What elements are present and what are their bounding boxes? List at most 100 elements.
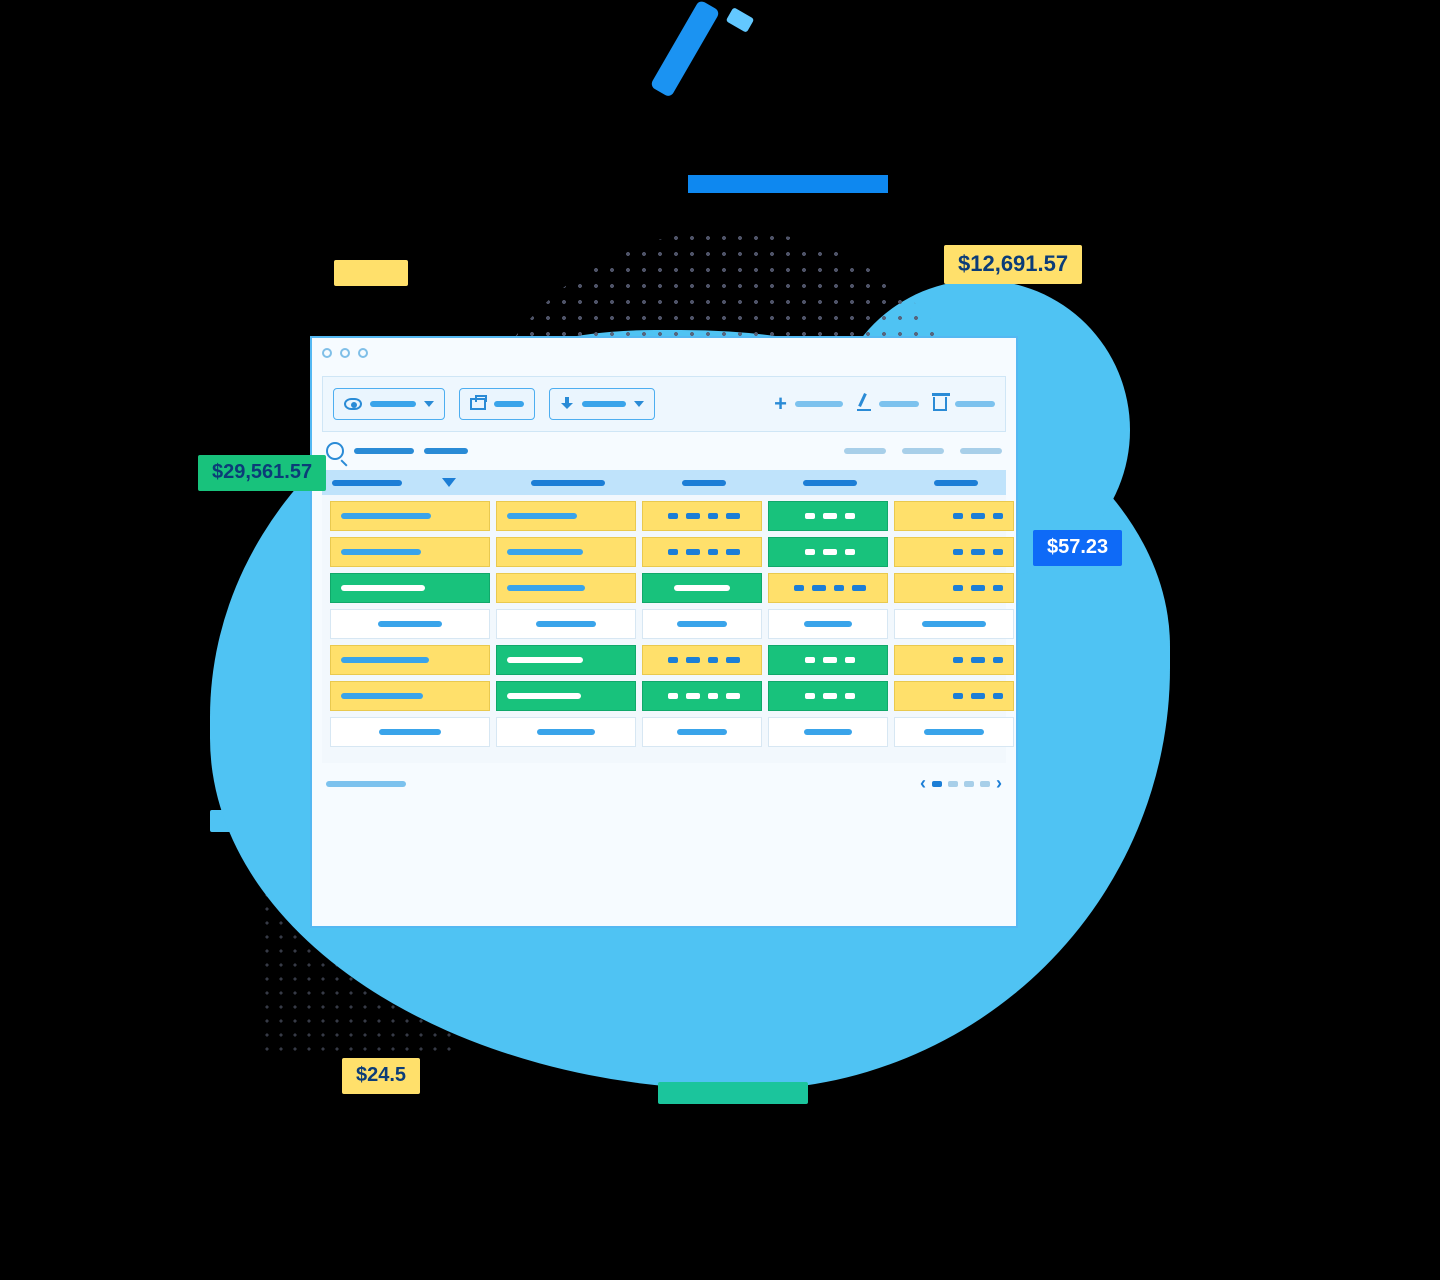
table-cell bbox=[496, 501, 636, 531]
pager-prev-icon[interactable]: ‹ bbox=[920, 773, 926, 794]
search-icon[interactable] bbox=[326, 442, 344, 460]
column-header[interactable] bbox=[332, 478, 492, 487]
table-cell bbox=[894, 537, 1014, 567]
table-cell bbox=[768, 537, 888, 567]
delete-label-placeholder bbox=[955, 401, 995, 407]
delete-action[interactable] bbox=[933, 397, 995, 411]
table-cell bbox=[496, 645, 636, 675]
chevron-down-icon bbox=[424, 401, 434, 407]
table-cell bbox=[330, 537, 490, 567]
edit-label-placeholder bbox=[879, 401, 919, 407]
table-cell bbox=[330, 501, 490, 531]
table-row[interactable] bbox=[330, 501, 998, 531]
floating-value-right: $57.23 bbox=[1033, 530, 1122, 566]
column-header[interactable] bbox=[498, 478, 638, 487]
window-titlebar bbox=[312, 338, 1016, 368]
footer-summary-placeholder bbox=[326, 781, 406, 787]
floating-value-left: $29,561.57 bbox=[198, 455, 326, 491]
pencil-underline bbox=[688, 175, 888, 193]
plus-icon: + bbox=[774, 393, 787, 415]
floating-value-bottom: $24.5 bbox=[342, 1058, 420, 1094]
table-cell bbox=[894, 717, 1014, 747]
grid-footer: ‹ › bbox=[312, 763, 1016, 808]
table-cell bbox=[768, 681, 888, 711]
filter-pill[interactable] bbox=[960, 448, 1002, 454]
export-dropdown[interactable] bbox=[549, 388, 655, 420]
table-cell bbox=[768, 573, 888, 603]
column-header[interactable] bbox=[896, 478, 1016, 487]
table-cell bbox=[642, 537, 762, 567]
table-cell bbox=[768, 717, 888, 747]
column-header[interactable] bbox=[770, 478, 890, 487]
search-text-placeholder-2[interactable] bbox=[424, 448, 468, 454]
add-action[interactable]: + bbox=[774, 393, 843, 415]
table-cell bbox=[894, 573, 1014, 603]
add-label-placeholder bbox=[795, 401, 843, 407]
print-label-placeholder bbox=[494, 401, 524, 407]
floating-chip-blank-teal bbox=[658, 1082, 808, 1104]
edit-action[interactable] bbox=[857, 397, 919, 411]
grid-header bbox=[322, 470, 1006, 495]
data-grid bbox=[322, 470, 1006, 763]
table-cell bbox=[330, 681, 490, 711]
view-dropdown[interactable] bbox=[333, 388, 445, 420]
print-button[interactable] bbox=[459, 388, 535, 420]
table-cell bbox=[330, 717, 490, 747]
grid-body bbox=[322, 495, 1006, 763]
window-control-max[interactable] bbox=[358, 348, 368, 358]
table-cell bbox=[768, 501, 888, 531]
sort-caret-icon bbox=[442, 478, 456, 487]
pencil-icon bbox=[857, 397, 871, 411]
toolbar: + bbox=[322, 376, 1006, 432]
table-row[interactable] bbox=[330, 609, 998, 639]
table-row[interactable] bbox=[330, 681, 998, 711]
table-cell bbox=[496, 717, 636, 747]
pager-next-icon[interactable]: › bbox=[996, 773, 1002, 794]
download-icon bbox=[560, 397, 574, 411]
pager-page[interactable] bbox=[964, 781, 974, 787]
window-control-close[interactable] bbox=[322, 348, 332, 358]
table-row[interactable] bbox=[330, 537, 998, 567]
filter-pills bbox=[844, 448, 1002, 454]
table-cell bbox=[894, 609, 1014, 639]
print-icon bbox=[470, 398, 486, 410]
search-row bbox=[312, 432, 1016, 470]
app-window: + bbox=[310, 336, 1018, 928]
table-cell bbox=[330, 609, 490, 639]
table-cell bbox=[894, 645, 1014, 675]
table-cell bbox=[894, 681, 1014, 711]
table-cell bbox=[894, 501, 1014, 531]
view-label-placeholder bbox=[370, 401, 416, 407]
table-cell bbox=[642, 645, 762, 675]
table-cell bbox=[642, 681, 762, 711]
floating-chip-blank-yellow bbox=[334, 260, 408, 286]
column-header[interactable] bbox=[644, 478, 764, 487]
table-cell bbox=[330, 645, 490, 675]
table-cell bbox=[642, 501, 762, 531]
table-cell bbox=[642, 717, 762, 747]
window-control-min[interactable] bbox=[340, 348, 350, 358]
table-cell bbox=[496, 681, 636, 711]
table-cell bbox=[496, 573, 636, 603]
pager-page[interactable] bbox=[932, 781, 942, 787]
filter-pill[interactable] bbox=[902, 448, 944, 454]
chevron-down-icon bbox=[634, 401, 644, 407]
table-cell bbox=[496, 609, 636, 639]
pager-page[interactable] bbox=[948, 781, 958, 787]
table-cell bbox=[496, 537, 636, 567]
filter-pill[interactable] bbox=[844, 448, 886, 454]
trash-icon bbox=[933, 397, 947, 411]
table-cell bbox=[768, 645, 888, 675]
search-text-placeholder[interactable] bbox=[354, 448, 414, 454]
export-label-placeholder bbox=[582, 401, 626, 407]
table-row[interactable] bbox=[330, 645, 998, 675]
pager-page[interactable] bbox=[980, 781, 990, 787]
pager[interactable]: ‹ › bbox=[920, 773, 1002, 794]
table-cell bbox=[642, 609, 762, 639]
table-cell bbox=[330, 573, 490, 603]
table-cell bbox=[642, 573, 762, 603]
table-row[interactable] bbox=[330, 573, 998, 603]
floating-value-top-right: $12,691.57 bbox=[944, 245, 1082, 284]
table-row[interactable] bbox=[330, 717, 998, 747]
eye-icon bbox=[344, 398, 362, 410]
